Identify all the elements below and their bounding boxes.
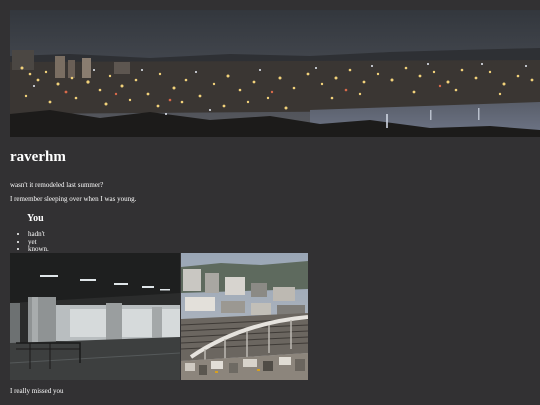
page: raverhm wasn't it remodeled last summer?… (10, 10, 540, 405)
city-railway-photo (181, 253, 308, 380)
footer-line: I really missed you (10, 387, 64, 395)
city-skyline-banner-image (10, 10, 540, 137)
photo-row (10, 253, 308, 380)
sub-heading: You (27, 213, 44, 224)
intro-line-2: I remember sleeping over when I was youn… (10, 195, 137, 203)
parking-garage-photo (10, 253, 180, 380)
site-title: raverhm (10, 149, 66, 165)
word-list: hadn't yet known. (10, 230, 49, 254)
intro-line-1: wasn't it remodeled last summer? (10, 181, 104, 189)
